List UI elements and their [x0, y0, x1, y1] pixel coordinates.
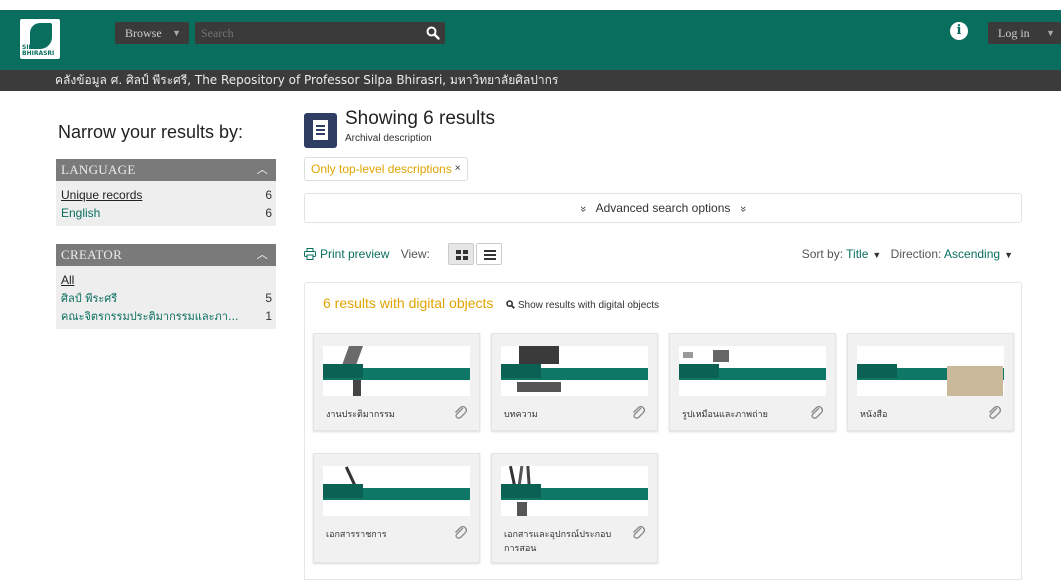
card-caption[interactable]: เอกสารราชการ	[326, 528, 446, 542]
facet-header-language[interactable]: LANGUAGE ︿	[56, 159, 276, 181]
card-caption[interactable]: บทความ	[504, 408, 624, 422]
table-view-button[interactable]	[476, 243, 502, 265]
digital-objects-header: 6 results with digital objects Show resu…	[323, 295, 659, 313]
sort-by-dropdown[interactable]: Title	[846, 247, 868, 261]
repository-name[interactable]: คลังข้อมูล ศ. ศิลป์ พีระศรี, The Reposit…	[55, 73, 558, 87]
filter-tag-top-level[interactable]: Only top-level descriptions ×	[304, 157, 468, 181]
paperclip-icon	[455, 525, 467, 539]
facet-item-english[interactable]: English 6	[56, 204, 276, 222]
advanced-search-label: Advanced search options	[595, 201, 731, 215]
grid-icon	[456, 250, 468, 260]
facet-item-label[interactable]: คณะจิตรกรรมประติมากรรมและภา...	[61, 310, 238, 323]
paperclip-icon	[633, 525, 645, 539]
digital-object-card[interactable]: เอกสารและอุปกรณ์ประกอบการสอน	[491, 453, 658, 563]
show-digital-objects-label: Show results with digital objects	[517, 300, 660, 311]
filter-tag-label: Only top-level descriptions	[311, 162, 452, 176]
info-icon[interactable]: i	[950, 22, 968, 40]
card-caption[interactable]: เอกสารและอุปกรณ์ประกอบการสอน	[504, 528, 624, 556]
double-chevron-down-icon: »	[736, 205, 749, 213]
facet-item-label[interactable]: Unique records	[61, 188, 142, 202]
facet-item-faculty[interactable]: คณะจิตรกรรมประติมากรรมและภา... 1	[56, 307, 276, 325]
page-glyph	[313, 120, 328, 140]
search-icon	[426, 26, 440, 40]
browse-label: Browse	[125, 26, 162, 40]
print-preview-label: Print preview	[320, 247, 390, 261]
digital-object-card[interactable]: งานประติมากรรม	[313, 333, 480, 431]
facet-item-label[interactable]: English	[61, 206, 100, 220]
repository-banner[interactable]: คลังข้อมูล ศ. ศิลป์ พีระศรี, The Reposit…	[0, 70, 1061, 91]
login-menu-button[interactable]: Log in ▼	[988, 22, 1061, 44]
search-icon	[506, 300, 515, 309]
facet-item-all[interactable]: All	[56, 271, 276, 289]
paperclip-icon	[455, 405, 467, 419]
brushes-thumbnail	[501, 466, 648, 516]
search-input[interactable]	[195, 22, 421, 44]
digital-object-card[interactable]: บทความ	[491, 333, 658, 431]
paperclip-icon	[633, 405, 645, 419]
sculpture-thumbnail	[323, 346, 470, 396]
results-title: Showing 6 results	[345, 108, 495, 129]
facet-creator: CREATOR ︿ All ศิลป์ พีระศรี 5 คณะจิตรกรร…	[56, 244, 276, 329]
facet-header-creator[interactable]: CREATOR ︿	[56, 244, 276, 266]
facet-item-unique-records[interactable]: Unique records 6	[56, 186, 276, 204]
direction-label: Direction:	[890, 247, 942, 261]
top-navigation: SILPA BHIRASRI Browse ▼ i Log in ▼	[0, 0, 1061, 70]
show-digital-objects-link[interactable]: Show results with digital objects	[506, 300, 659, 311]
digital-objects-panel: 6 results with digital objects Show resu…	[304, 282, 1022, 580]
facet-item-count: 1	[265, 309, 272, 323]
advanced-search-toggle[interactable]: » Advanced search options »	[304, 193, 1022, 223]
chevron-down-icon: ▼	[1046, 28, 1055, 38]
facet-header-label: CREATOR	[61, 247, 123, 262]
document-icon	[304, 113, 337, 148]
site-logo[interactable]: SILPA BHIRASRI	[20, 19, 60, 59]
facet-item-count: 6	[265, 206, 272, 220]
view-toolbar: Print preview View:	[304, 243, 430, 265]
chevron-up-icon: ︿	[256, 164, 268, 176]
card-caption[interactable]: งานประติมากรรม	[326, 408, 446, 422]
chevron-down-icon[interactable]: ▼	[1004, 250, 1013, 260]
card-view-button[interactable]	[448, 243, 474, 265]
card-caption[interactable]: หนังสือ	[860, 408, 980, 422]
facet-item-label[interactable]: All	[61, 273, 74, 287]
facet-header-label: LANGUAGE	[61, 162, 136, 177]
logo-text: SILPA BHIRASRI	[22, 44, 55, 57]
digital-objects-count: 6 results with digital objects	[323, 295, 494, 311]
sort-controls: Sort by: Title ▼ Direction: Ascending ▼	[802, 243, 1019, 266]
results-subtitle: Archival description	[345, 133, 432, 144]
document-thumbnail	[323, 466, 470, 516]
browse-menu-button[interactable]: Browse ▼	[115, 22, 189, 44]
digital-object-card[interactable]: เอกสารราชการ	[313, 453, 480, 563]
paperclip-icon	[811, 405, 823, 419]
card-caption[interactable]: รูปเหมือนและภาพถ่าย	[682, 408, 802, 422]
chevron-up-icon: ︿	[256, 249, 268, 261]
digital-object-card[interactable]: รูปเหมือนและภาพถ่าย	[669, 333, 836, 431]
sidebar-title: Narrow your results by:	[58, 122, 244, 142]
remove-filter-icon[interactable]: ×	[455, 163, 461, 174]
sort-by-label: Sort by:	[801, 247, 844, 261]
facet-item-count: 5	[265, 291, 272, 305]
facet-item-count: 6	[265, 188, 272, 202]
facet-item-label[interactable]: ศิลป์ พีระศรี	[61, 292, 117, 305]
digital-object-card[interactable]: หนังสือ	[847, 333, 1014, 431]
list-icon	[484, 250, 496, 260]
direction-dropdown[interactable]: Ascending	[944, 247, 1000, 261]
facet-language: LANGUAGE ︿ Unique records 6 English 6	[56, 159, 276, 226]
paperclip-icon	[989, 405, 1001, 419]
double-chevron-down-icon: »	[577, 205, 590, 213]
chevron-down-icon[interactable]: ▼	[872, 250, 881, 260]
book-thumbnail	[857, 346, 1004, 396]
print-preview-link[interactable]: Print preview	[304, 247, 393, 261]
camera-thumbnail	[679, 346, 826, 396]
login-label: Log in	[998, 26, 1030, 40]
facet-item-silpa[interactable]: ศิลป์ พีระศรี 5	[56, 289, 276, 307]
chevron-down-icon: ▼	[172, 28, 181, 38]
typewriter-thumbnail	[501, 346, 648, 396]
view-label: View:	[400, 247, 430, 261]
search-button[interactable]	[421, 22, 445, 44]
printer-icon	[304, 248, 316, 260]
